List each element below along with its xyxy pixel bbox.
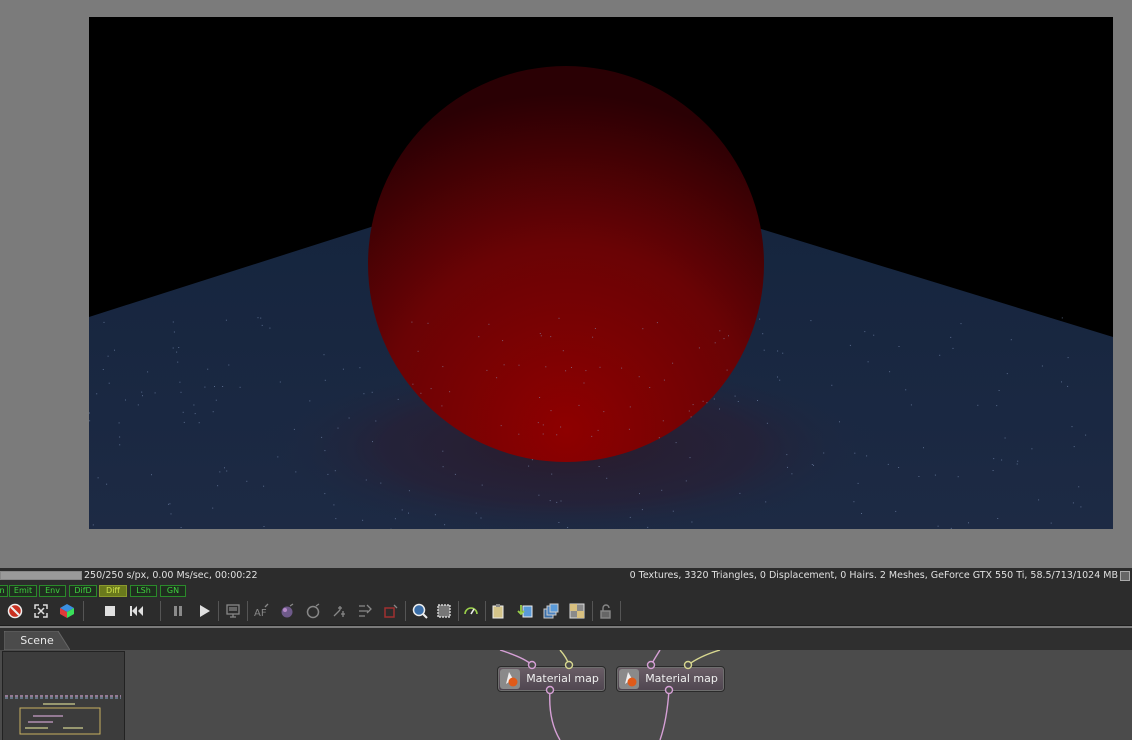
- pass-button-lsh[interactable]: LSh: [130, 585, 157, 597]
- stop-icon[interactable]: [101, 602, 119, 620]
- monitor-icon[interactable]: [224, 602, 242, 620]
- white-balance-icon[interactable]: [356, 602, 374, 620]
- material-map-node[interactable]: Material map: [616, 666, 725, 692]
- copy-clipboard-icon[interactable]: [490, 602, 508, 620]
- node-label: Material map: [645, 672, 718, 685]
- lock-icon[interactable]: [597, 602, 615, 620]
- render-image: [89, 17, 1113, 529]
- priority-icon[interactable]: [462, 602, 480, 620]
- node-connections: [499, 650, 721, 740]
- clay-mode-icon[interactable]: [568, 602, 586, 620]
- autofocus-icon[interactable]: AF: [252, 602, 270, 620]
- svg-text:AF: AF: [254, 608, 267, 619]
- render-toolbar: AF: [0, 598, 1132, 626]
- render-pass-bar: n Emit Env DifD Diff LSh GN: [0, 583, 1132, 598]
- fit-view-icon[interactable]: [32, 602, 50, 620]
- material-picker-icon[interactable]: [278, 602, 296, 620]
- save-image-icon[interactable]: [516, 602, 534, 620]
- pass-button-n[interactable]: n: [0, 585, 8, 597]
- status-toggle-box[interactable]: [1120, 571, 1130, 581]
- node-label: Material map: [526, 672, 599, 685]
- material-map-icon: [500, 669, 520, 689]
- tab-scene[interactable]: Scene: [4, 631, 70, 650]
- color-cube-icon[interactable]: [58, 602, 76, 620]
- node-graph-editor[interactable]: Material map Material map: [0, 650, 1132, 740]
- pass-button-diff[interactable]: Diff: [99, 585, 127, 597]
- render-passes-icon[interactable]: [542, 602, 560, 620]
- graph-tab-bar: Scene: [0, 628, 1132, 651]
- render-viewport[interactable]: [89, 17, 1113, 529]
- tab-scene-label: Scene: [20, 634, 54, 647]
- material-map-icon: [619, 669, 639, 689]
- region-icon[interactable]: [382, 602, 400, 620]
- pass-button-env[interactable]: Env: [39, 585, 66, 597]
- pass-button-emit[interactable]: Emit: [9, 585, 37, 597]
- graph-minimap[interactable]: [2, 651, 125, 740]
- clear-render-icon[interactable]: [6, 602, 24, 620]
- render-region-icon[interactable]: [435, 602, 453, 620]
- focus-picker-icon[interactable]: [330, 602, 348, 620]
- pass-button-gn[interactable]: GN: [160, 585, 186, 597]
- scene-stats-text: 0 Textures, 3320 Triangles, 0 Displaceme…: [629, 570, 1118, 581]
- render-stats-text: 250/250 s/px, 0.00 Ms/sec, 00:00:22: [84, 570, 258, 581]
- restart-icon[interactable]: [127, 602, 145, 620]
- render-progress-bar: [0, 571, 82, 580]
- object-picker-icon[interactable]: [304, 602, 322, 620]
- zoom-icon[interactable]: [411, 602, 429, 620]
- status-bar: 250/250 s/px, 0.00 Ms/sec, 00:00:22 0 Te…: [0, 568, 1132, 583]
- material-map-node[interactable]: Material map: [497, 666, 606, 692]
- pass-button-difd[interactable]: DifD: [69, 585, 97, 597]
- play-icon[interactable]: [195, 602, 213, 620]
- pause-icon[interactable]: [169, 602, 187, 620]
